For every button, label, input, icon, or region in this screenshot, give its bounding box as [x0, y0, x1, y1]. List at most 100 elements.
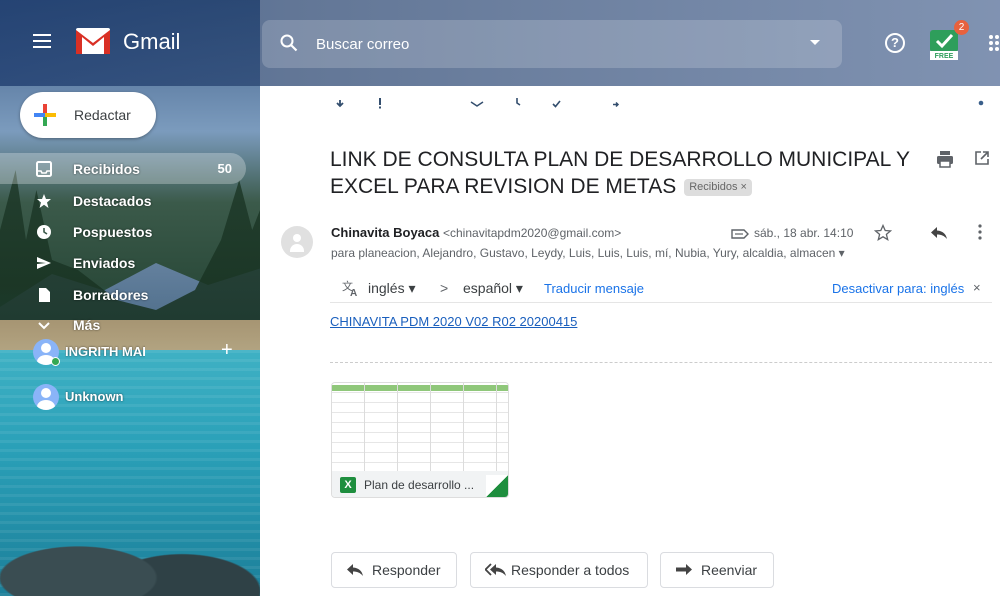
- compose-label: Redactar: [74, 107, 131, 123]
- attachment-card[interactable]: X Plan de desarrollo ...: [331, 382, 509, 498]
- menu-icon[interactable]: [33, 34, 51, 48]
- sidebar-item-recibidos[interactable]: Recibidos 50: [0, 153, 246, 184]
- forward-label: Reenviar: [701, 562, 758, 578]
- apps-grid-icon[interactable]: [988, 33, 1000, 53]
- recipients-list[interactable]: para planeacion, Alejandro, Gustavo, Ley…: [331, 246, 845, 260]
- search-options-caret-icon[interactable]: [810, 40, 820, 45]
- app-title: Gmail: [123, 29, 181, 54]
- newer-chevron-left-icon[interactable]: [898, 94, 916, 112]
- disable-translation-link[interactable]: Desactivar para: inglés: [832, 281, 964, 296]
- clock-icon: [37, 225, 51, 239]
- archive-icon[interactable]: [331, 94, 349, 112]
- older-chevron-right-icon[interactable]: [934, 94, 952, 112]
- sender-email: <chinavitapdm2020@gmail.com>: [443, 226, 622, 240]
- message-divider: [330, 362, 992, 363]
- snooze-clock-icon[interactable]: [508, 94, 526, 112]
- open-in-new-window-icon[interactable]: [974, 150, 990, 166]
- sidebar-item-pospuestos[interactable]: Pospuestos: [0, 216, 246, 247]
- sidebar-item-enviados[interactable]: Enviados: [0, 247, 246, 278]
- top-bar: Gmail ? FREE 2: [0, 0, 1000, 86]
- send-icon: [37, 257, 51, 269]
- mark-unread-icon[interactable]: [468, 94, 486, 112]
- chevron-down-icon: [38, 322, 50, 330]
- unread-count: 50: [217, 161, 232, 176]
- delete-icon[interactable]: [411, 94, 429, 112]
- reply-icon[interactable]: [930, 226, 948, 240]
- chevron-right-icon: >: [440, 280, 449, 296]
- sender-line: Chinavita Boyaca <chinavitapdm2020@gmail…: [331, 225, 621, 240]
- label-tag-icon: [731, 229, 749, 239]
- spreadsheet-columns: [332, 383, 508, 471]
- sidebar-item-label: Pospuestos: [73, 224, 153, 240]
- print-icon[interactable]: [936, 150, 954, 168]
- settings-gear-icon[interactable]: [972, 94, 990, 112]
- document-link[interactable]: CHINAVITA PDM 2020 V02 R02 20200415: [330, 314, 577, 329]
- attachment-name: Plan de desarrollo ...: [364, 478, 475, 492]
- search-input[interactable]: [316, 32, 776, 56]
- sidebar-item-mas[interactable]: Más: [0, 309, 246, 333]
- add-contact-icon[interactable]: +: [221, 339, 233, 362]
- avatar: [33, 384, 59, 410]
- email-subject: LINK DE CONSULTA PLAN DE DESARROLLO MUNI…: [330, 146, 920, 200]
- reply-all-icon: [485, 563, 506, 576]
- inbox-icon: [36, 161, 52, 177]
- online-status-icon: [51, 357, 60, 366]
- star-icon: [37, 194, 51, 208]
- close-translate-icon[interactable]: ×: [973, 280, 981, 295]
- sidebar-item-label: Borradores: [73, 287, 149, 303]
- plus-icon: [34, 104, 56, 126]
- forward-button[interactable]: Reenviar: [660, 552, 774, 588]
- gmail-logo-icon[interactable]: [76, 28, 110, 54]
- report-spam-icon[interactable]: [371, 94, 389, 112]
- back-arrow-icon[interactable]: [276, 94, 294, 112]
- sender-avatar[interactable]: [281, 226, 313, 258]
- notification-badge: 2: [954, 20, 969, 35]
- draft-icon: [39, 288, 50, 302]
- email-date: sáb., 18 abr. 14:10: [754, 226, 854, 240]
- sidebar-item-borradores[interactable]: Borradores: [0, 279, 246, 310]
- contact-name: INGRITH MARC: [65, 344, 145, 359]
- more-options-icon[interactable]: [706, 94, 724, 112]
- svg-text:A: A: [350, 288, 357, 297]
- sidebar-item-label: Más: [73, 317, 101, 333]
- contact-item[interactable]: INGRITH MARC +: [33, 339, 248, 367]
- message-panel: LINK DE CONSULTA PLAN DE DESARROLLO MUNI…: [262, 122, 1000, 596]
- target-language-select[interactable]: español ▾: [463, 280, 523, 297]
- help-icon[interactable]: ?: [885, 33, 905, 53]
- background-rocks: [0, 505, 260, 596]
- svg-text:FREE: FREE: [935, 53, 954, 60]
- search-bar[interactable]: [262, 20, 842, 68]
- sidebar-item-label: Destacados: [73, 193, 152, 209]
- search-icon[interactable]: [280, 34, 298, 52]
- translate-icon: 文 A: [342, 279, 357, 297]
- sidebar-item-destacados[interactable]: Destacados: [0, 185, 246, 216]
- label-icon[interactable]: [646, 94, 664, 112]
- sidebar-item-label: Recibidos: [73, 161, 140, 177]
- inbox-label-chip[interactable]: Recibidos ×: [684, 179, 752, 196]
- translate-message-link[interactable]: Traducir mensaje: [544, 281, 644, 296]
- message-toolbar: 52 de 350: [262, 86, 1000, 122]
- reply-label: Responder: [372, 562, 441, 578]
- sidebar-item-label: Enviados: [73, 255, 136, 271]
- translate-bar: 文 A inglés ▾ > español ▾ Traducir mensaj…: [330, 273, 992, 303]
- forward-icon: [676, 564, 692, 575]
- more-vertical-icon[interactable]: [978, 223, 982, 241]
- source-language-select[interactable]: inglés ▾: [368, 280, 416, 297]
- add-to-tasks-icon[interactable]: [548, 94, 566, 112]
- sender-name[interactable]: Chinavita Boyaca: [331, 225, 439, 240]
- reply-all-label: Responder a todos: [511, 562, 630, 578]
- reply-button[interactable]: Responder: [331, 552, 457, 588]
- compose-button[interactable]: Redactar: [20, 92, 156, 138]
- toolbar-divider: [449, 94, 450, 114]
- contact-item[interactable]: Unknown: [33, 384, 248, 412]
- contact-name: Unknown: [65, 389, 124, 404]
- message-count: 52 de 350: [818, 96, 872, 110]
- star-outline-icon[interactable]: [874, 224, 892, 242]
- excel-icon: X: [340, 477, 356, 493]
- subject-text: LINK DE CONSULTA PLAN DE DESARROLLO MUNI…: [330, 148, 910, 198]
- attachment-footer: X Plan de desarrollo ...: [332, 471, 508, 497]
- reply-icon: [347, 564, 363, 576]
- move-to-folder-icon[interactable]: [606, 94, 624, 112]
- toolbar-divider: [587, 94, 588, 114]
- reply-all-button[interactable]: Responder a todos: [470, 552, 648, 588]
